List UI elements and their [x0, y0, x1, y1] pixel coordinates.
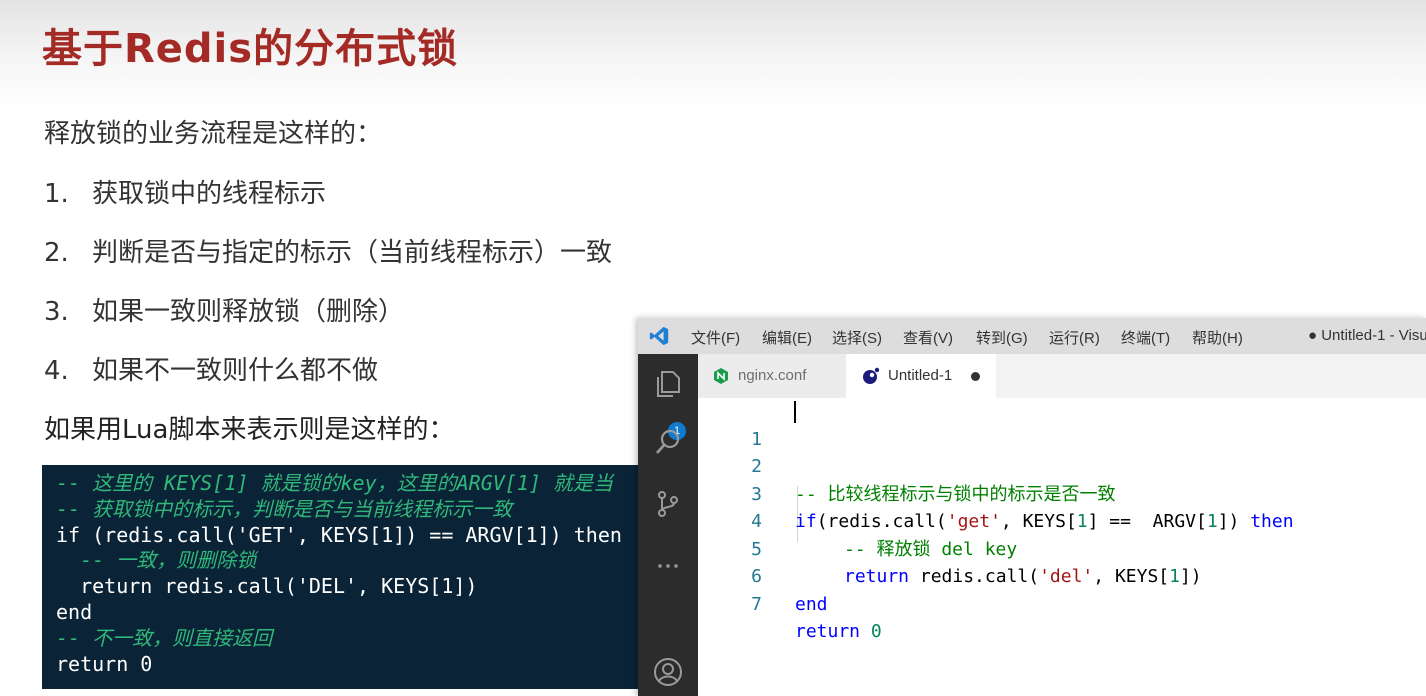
step-number: 1. — [44, 179, 69, 209]
text-cursor — [794, 401, 796, 423]
step-text: 如果不一致则什么都不做 — [92, 356, 379, 386]
code-token: 1 — [1076, 511, 1088, 532]
vscode-window: 文件(F) 编辑(E) 选择(S) 查看(V) 转到(G) 运行(R) 终端(T… — [638, 318, 1426, 696]
code-token: return — [844, 566, 910, 587]
unsaved-dot-icon[interactable] — [971, 372, 980, 381]
tab-nginx-conf[interactable]: nginx.conf — [698, 354, 846, 398]
code-token: redis.call( — [909, 566, 1040, 587]
lua-code-block: -- 这里的 KEYS[1] 就是锁的key，这里的ARGV[1] 就是当 --… — [42, 465, 682, 689]
step-number: 3. — [44, 297, 69, 327]
editor-line: 4 -- 释放锁 del key — [698, 481, 1017, 560]
code-line: if (redis.call('GET', KEYS[1]) == ARGV[1… — [56, 522, 622, 547]
code-token: ]) — [1217, 511, 1251, 532]
menu-file[interactable]: 文件(F) — [691, 327, 740, 348]
editor-line: 1 — [698, 398, 796, 450]
explorer-files-icon[interactable] — [652, 368, 684, 400]
code-text: return redis.call('del', KEYS[1]) — [844, 563, 1202, 591]
code-token: 'get' — [946, 511, 1001, 532]
step-3: 3. 如果一致则释放锁（删除） — [44, 291, 404, 328]
code-token: 0 — [860, 621, 882, 642]
code-line: -- 一致，则删除锁 — [56, 548, 257, 573]
code-comment: -- 比较线程标示与锁中的标示是否一致 — [795, 483, 1116, 505]
code-line: -- 不一致，则直接返回 — [56, 625, 273, 650]
code-line: -- 这里的 KEYS[1] 就是锁的key，这里的ARGV[1] 就是当 — [56, 471, 613, 495]
editor-line: 7 return 0 — [698, 563, 882, 643]
nginx-file-icon — [714, 368, 728, 384]
intro-text: 释放锁的业务流程是这样的： — [44, 119, 383, 149]
code-line: return redis.call('DEL', KEYS[1]) — [56, 574, 478, 599]
line-number: 7 — [751, 593, 762, 615]
code-token: then — [1250, 511, 1294, 532]
menu-run[interactable]: 运行(R) — [1049, 327, 1100, 348]
step-text: 获取锁中的线程标示 — [92, 179, 327, 209]
menu-go[interactable]: 转到(G) — [976, 327, 1028, 348]
vscode-logo-icon — [649, 326, 669, 346]
activity-bar: 1 — [638, 354, 698, 696]
code-token: , KEYS[ — [1000, 511, 1077, 532]
menu-selection[interactable]: 选择(S) — [832, 327, 882, 348]
code-comment: -- 释放锁 del key — [844, 538, 1018, 560]
step-number: 4. — [44, 356, 69, 386]
editor-line: 3 if(redis.call('get', KEYS[1] == ARGV[1… — [698, 453, 1293, 533]
tab-untitled-1[interactable]: Untitled-1 — [846, 354, 996, 398]
code-token: 1 — [1169, 566, 1180, 587]
code-token: ] == ARGV[ — [1087, 511, 1207, 532]
code-token: end — [795, 593, 828, 615]
code-token: 'del' — [1039, 566, 1094, 587]
step-4: 4. 如果不一致则什么都不做 — [44, 350, 378, 387]
code-editor[interactable]: 1 2 -- 比较线程标示与锁中的标示是否一致 3 if(redis.call(… — [698, 398, 1426, 696]
menu-edit[interactable]: 编辑(E) — [762, 327, 812, 348]
step-text: 判断是否与指定的标示（当前线程标示）一致 — [92, 238, 613, 268]
code-token: return — [795, 621, 861, 642]
menu-help[interactable]: 帮助(H) — [1192, 327, 1243, 348]
slide-title: 基于Redis的分布式锁 — [42, 26, 459, 72]
code-text: return 0 — [795, 618, 882, 646]
account-icon[interactable] — [652, 656, 684, 688]
window-title: ● Untitled-1 - Visual Studio Code — [1308, 327, 1426, 344]
code-text: if(redis.call('get', KEYS[1] == ARGV[1])… — [795, 508, 1294, 536]
editor-line: 5 return redis.call('del', KEYS[1]) — [698, 508, 1202, 588]
code-line: -- 获取锁中的标示，判断是否与当前线程标示一致 — [56, 496, 513, 521]
menu-terminal[interactable]: 终端(T) — [1121, 327, 1170, 348]
code-token: ]) — [1179, 566, 1202, 587]
step-number: 2. — [44, 238, 69, 268]
editor-line: 2 -- 比较线程标示与锁中的标示是否一致 — [698, 426, 1115, 505]
lua-file-icon — [863, 367, 880, 384]
search-icon[interactable] — [652, 426, 684, 458]
step-2: 2. 判断是否与指定的标示（当前线程标示）一致 — [44, 232, 612, 269]
menu-view[interactable]: 查看(V) — [903, 327, 953, 348]
more-icon[interactable] — [652, 550, 684, 582]
step-1: 1. 获取锁中的线程标示 — [44, 173, 326, 210]
code-token: (redis.call( — [816, 511, 947, 532]
editor-line: 6 end — [698, 536, 827, 615]
step-text: 如果一致则释放锁（删除） — [92, 297, 405, 327]
code-line: return 0 — [56, 651, 153, 676]
code-token: , KEYS[ — [1093, 566, 1170, 587]
tab-label: nginx.conf — [738, 367, 807, 384]
code-token: if — [795, 511, 817, 532]
source-control-icon[interactable] — [652, 488, 684, 520]
tab-label: Untitled-1 — [888, 367, 953, 384]
title-bar: 文件(F) 编辑(E) 选择(S) 查看(V) 转到(G) 运行(R) 终端(T… — [638, 318, 1426, 354]
code-line: end — [56, 599, 93, 624]
lua-intro-text: 如果用Lua脚本来表示则是这样的： — [44, 415, 455, 445]
code-token: 1 — [1206, 511, 1218, 532]
editor-tab-bar: nginx.conf Untitled-1 — [698, 354, 1426, 398]
